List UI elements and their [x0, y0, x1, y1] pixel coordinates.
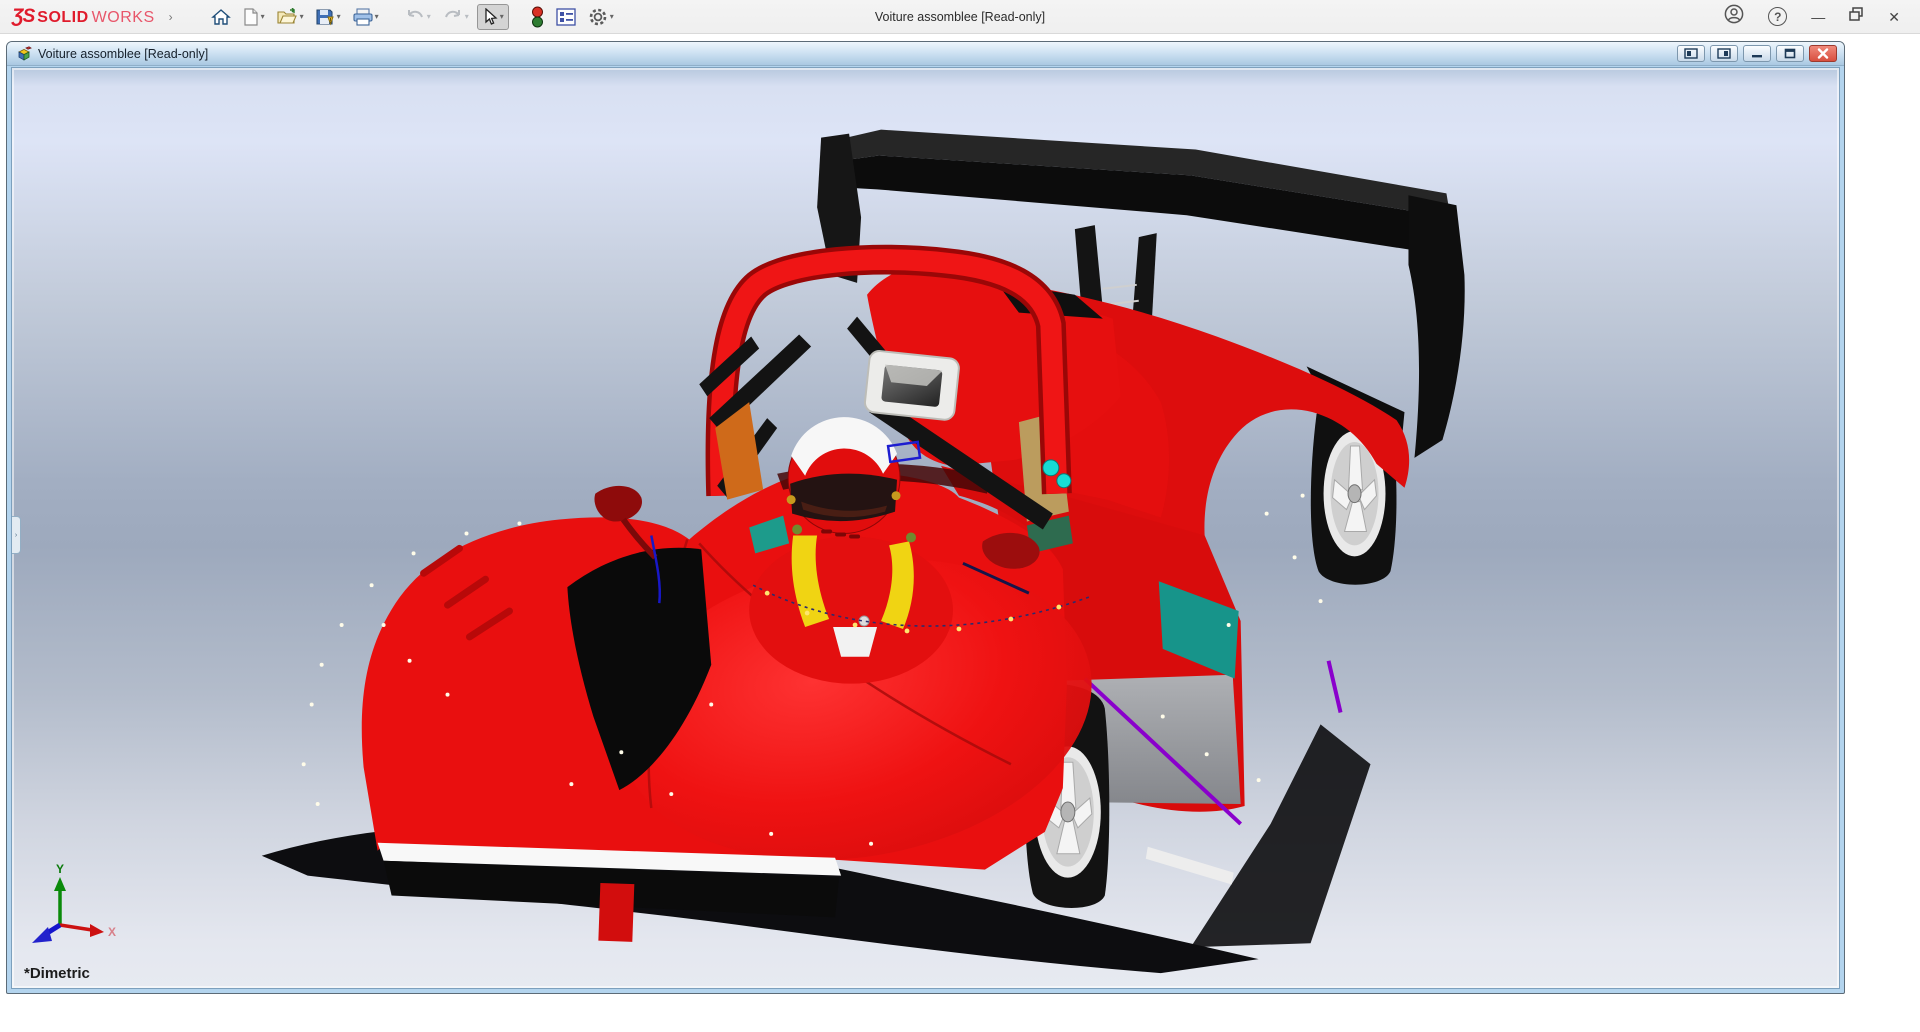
- dropdown-caret-icon: ▾: [465, 12, 469, 21]
- help-button[interactable]: ?: [1768, 7, 1787, 26]
- task-pane-icon: [556, 8, 576, 26]
- save-icon: !: [316, 8, 335, 26]
- save-button[interactable]: ! ▾: [312, 5, 345, 29]
- new-document-button[interactable]: ▾: [239, 5, 269, 29]
- doc-restore-button[interactable]: [1776, 45, 1804, 62]
- redo-icon: [443, 9, 463, 25]
- home-icon: [211, 8, 231, 26]
- assembly-document-icon: [15, 46, 32, 62]
- undo-icon: [405, 9, 425, 25]
- triad-x-label: X: [108, 925, 116, 939]
- quick-access-toolbar: ▾ ▾ ! ▾ ▾: [207, 3, 618, 31]
- open-folder-icon: [277, 8, 298, 26]
- solidworks-logo: ƷS SOLID WORKS: [12, 6, 155, 28]
- app-title-bar: ƷS SOLID WORKS › ▾ ▾: [0, 0, 1920, 34]
- select-tool-button[interactable]: ▾: [477, 4, 509, 30]
- minimize-button[interactable]: —: [1811, 10, 1825, 24]
- traffic-light-icon: [531, 6, 544, 28]
- splitter-support: [598, 883, 634, 942]
- view-orientation-label: *Dimetric: [24, 965, 90, 982]
- triad-y-label: Y: [56, 863, 64, 876]
- print-icon: [353, 8, 373, 26]
- account-icon: [1724, 4, 1744, 24]
- view-settings-button[interactable]: [527, 3, 548, 31]
- home-button[interactable]: [207, 5, 235, 29]
- options-button[interactable]: ▾: [584, 4, 618, 30]
- car-3d-model[interactable]: [12, 68, 1839, 988]
- doc-pane-right-button[interactable]: [1710, 45, 1738, 62]
- pane-right-icon: [1717, 48, 1731, 59]
- dropdown-caret-icon: ▾: [610, 12, 614, 21]
- svg-text:!: !: [329, 18, 331, 24]
- document-window-buttons: [1677, 45, 1837, 62]
- dropdown-caret-icon: ▾: [300, 12, 304, 21]
- restore-icon: [1784, 48, 1796, 59]
- dropdown-caret-icon: ▾: [427, 12, 431, 21]
- task-pane-button[interactable]: [552, 5, 580, 29]
- close-button[interactable]: ✕: [1888, 10, 1900, 24]
- pane-left-icon: [1684, 48, 1698, 59]
- dropdown-caret-icon: ▾: [337, 12, 341, 21]
- solidworks-mark: ƷS: [12, 6, 34, 28]
- new-document-icon: [243, 8, 259, 26]
- dropdown-caret-icon: ▾: [375, 12, 379, 21]
- undo-button[interactable]: ▾: [401, 6, 435, 28]
- restore-icon: [1849, 7, 1864, 21]
- doc-pane-left-button[interactable]: [1677, 45, 1705, 62]
- redo-button[interactable]: ▾: [439, 6, 473, 28]
- document-window: Voiture assomblee [Read-only]: [6, 41, 1845, 994]
- airbox-intake: [864, 350, 960, 421]
- select-cursor-icon: [482, 8, 498, 26]
- app-window-controls: ? — ✕: [1724, 4, 1908, 29]
- account-button[interactable]: [1724, 4, 1744, 29]
- document-title-bar[interactable]: Voiture assomblee [Read-only]: [7, 42, 1844, 66]
- graphics-viewport[interactable]: Y X *Dimetric ›: [11, 67, 1840, 989]
- dropdown-caret-icon: ▾: [261, 12, 265, 21]
- restore-button[interactable]: [1849, 7, 1864, 26]
- app-window-title: Voiture assomblee [Read-only]: [875, 10, 1045, 24]
- document-title: Voiture assomblee [Read-only]: [38, 47, 208, 61]
- doc-minimize-button[interactable]: [1743, 45, 1771, 62]
- menu-expand-arrow-icon[interactable]: ›: [169, 10, 173, 24]
- teal-light: [1043, 460, 1059, 476]
- gear-icon: [588, 7, 608, 27]
- dropdown-caret-icon: ▾: [500, 12, 504, 21]
- featuremanager-collapsed-tab[interactable]: ›: [12, 516, 21, 554]
- orientation-triad: Y X: [20, 863, 120, 958]
- minimize-icon: [1751, 48, 1763, 59]
- open-button[interactable]: ▾: [273, 5, 308, 29]
- close-icon: [1817, 48, 1829, 59]
- doc-close-button[interactable]: [1809, 45, 1837, 62]
- print-button[interactable]: ▾: [349, 5, 383, 29]
